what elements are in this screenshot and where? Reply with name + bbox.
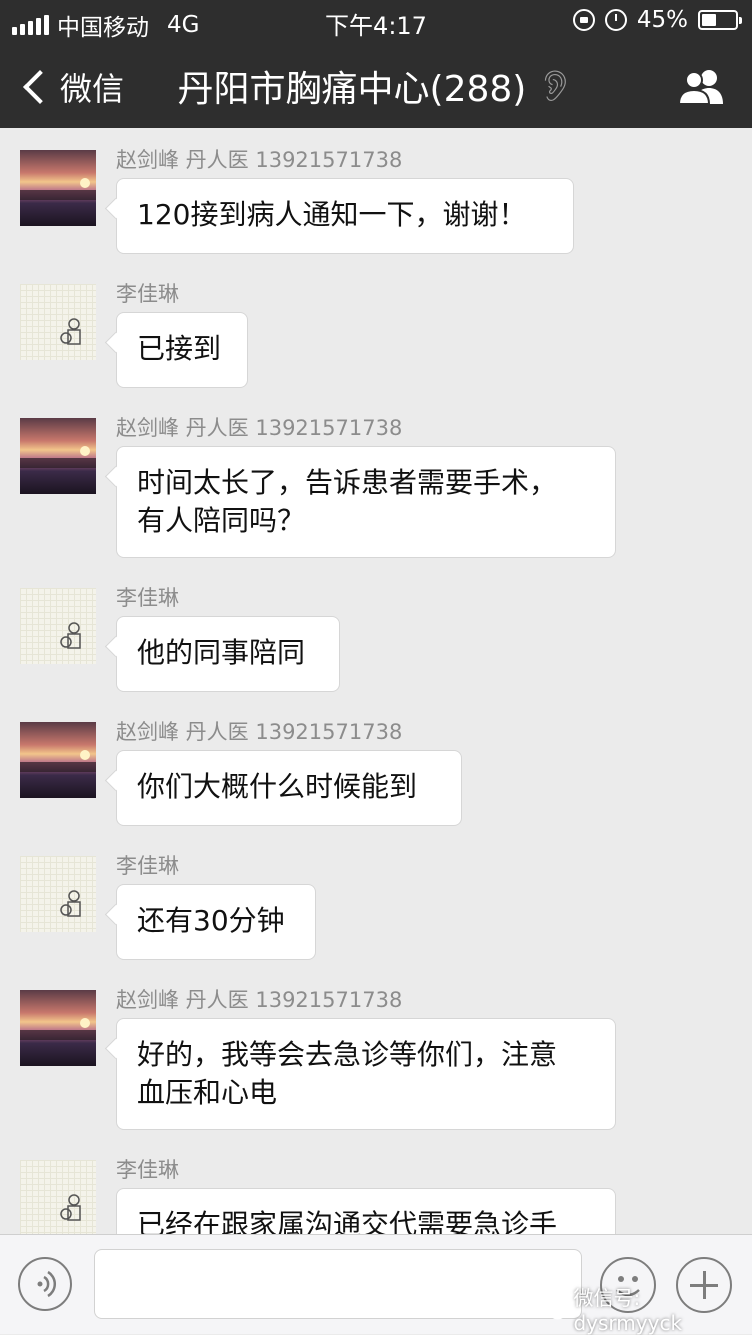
message-bubble[interactable]: 好的，我等会去急诊等你们，注意 血压和心电 (116, 1018, 616, 1130)
sender-name: 赵剑峰 丹人医 13921571738 (116, 720, 403, 744)
sender-name: 李佳琳 (116, 586, 179, 610)
chat-message-list[interactable]: 赵剑峰 丹人医 13921571738 120接到病人通知一下，谢谢！ 李佳琳 … (0, 128, 752, 1234)
sender-name: 李佳琳 (116, 1158, 179, 1182)
group-members-icon[interactable] (678, 68, 726, 104)
figure-icon (60, 622, 81, 649)
status-right: 45% (572, 7, 742, 33)
sender-avatar[interactable] (20, 990, 96, 1066)
figure-icon (60, 1194, 81, 1221)
figure-icon (60, 890, 81, 917)
message-bubble[interactable]: 已经在跟家属沟通交代需要急诊手 (116, 1188, 616, 1234)
sender-avatar[interactable] (20, 588, 96, 664)
rotation-lock-icon (572, 9, 595, 31)
sender-name: 赵剑峰 丹人医 13921571738 (116, 148, 403, 172)
wechat-icon (538, 1297, 567, 1319)
message-bubble[interactable]: 120接到病人通知一下，谢谢！ (116, 178, 574, 254)
status-bar: 中国移动 4G 下午4:17 45% (0, 0, 752, 41)
chat-title: 丹阳市胸痛中心(288) (177, 69, 527, 110)
watermark-text: 微信号: dysrmyyck (573, 1286, 683, 1335)
ear-icon: 👂︎ (536, 68, 575, 104)
sender-name: 赵剑峰 丹人医 13921571738 (116, 416, 403, 440)
message-bubble[interactable]: 已接到 (116, 312, 248, 388)
figure-icon (60, 318, 81, 345)
battery-level (702, 14, 717, 26)
nav-bar: 微信 丹阳市胸痛中心(288) 👂︎ (0, 40, 752, 128)
watermark: 微信号: dysrmyyck (538, 1282, 752, 1335)
sender-avatar[interactable] (20, 418, 96, 494)
sender-avatar[interactable] (20, 284, 96, 360)
voice-button[interactable] (18, 1257, 72, 1311)
sender-avatar[interactable] (20, 1160, 96, 1234)
message-bubble[interactable]: 他的同事陪同 (116, 616, 340, 692)
voice-icon (37, 1270, 57, 1298)
chat-title-container: 丹阳市胸痛中心(288) 👂︎ (0, 60, 752, 112)
message-bubble[interactable]: 还有30分钟 (116, 884, 316, 960)
sender-name: 赵剑峰 丹人医 13921571738 (116, 988, 403, 1012)
message-bubble[interactable]: 时间太长了，告诉患者需要手术， 有人陪同吗？ (116, 446, 616, 558)
message-bubble[interactable]: 你们大概什么时候能到 (116, 750, 462, 826)
sender-avatar[interactable] (20, 722, 96, 798)
sender-name: 李佳琳 (116, 854, 179, 878)
sender-avatar[interactable] (20, 856, 96, 932)
battery-percent: 45% (636, 7, 688, 33)
sender-avatar[interactable] (20, 150, 96, 226)
battery-icon (698, 10, 742, 30)
message-input[interactable] (94, 1249, 582, 1319)
alarm-icon (604, 9, 627, 31)
sender-name: 李佳琳 (116, 282, 179, 306)
